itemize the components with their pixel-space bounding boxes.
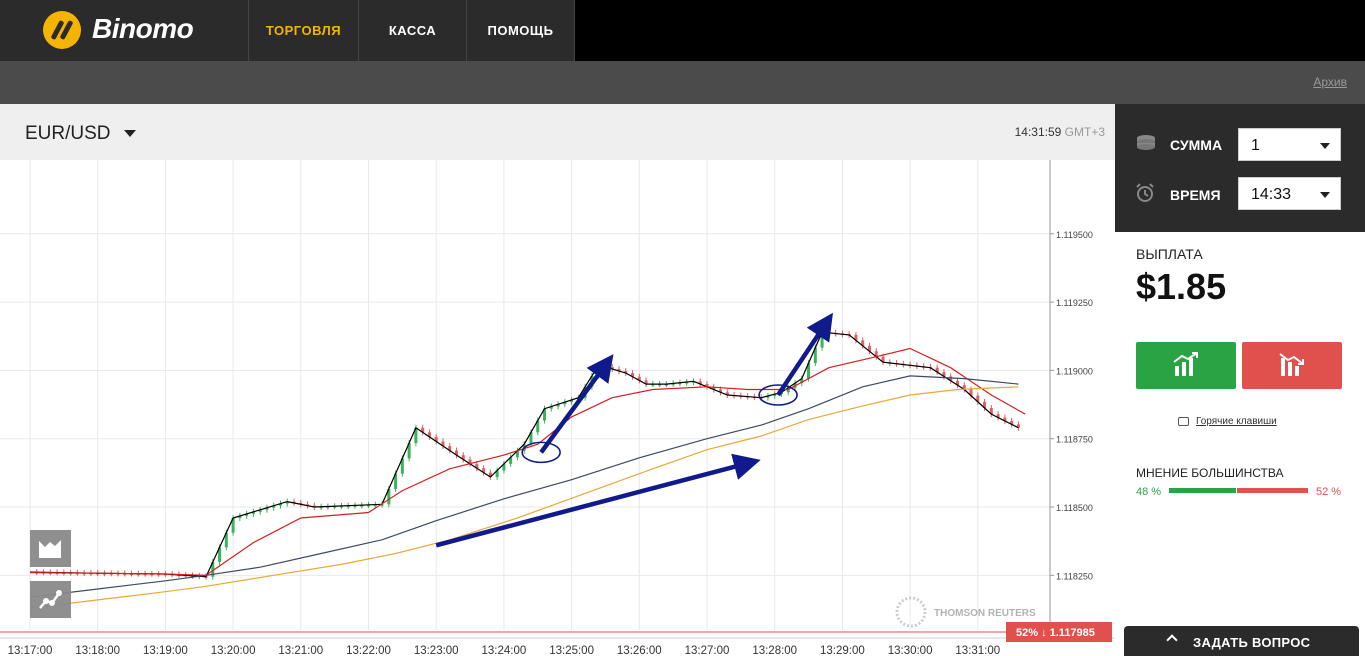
amount-value: 1: [1251, 137, 1260, 154]
watermark-text: THOMSON REUTERS: [934, 608, 1036, 619]
trend-down-icon: [1279, 353, 1304, 376]
x-tick-label: 13:18:00: [75, 645, 120, 656]
archive-link[interactable]: Архив: [1313, 75, 1347, 89]
y-tick-label: 1.118250: [1056, 571, 1093, 581]
trend-up-icon: [1173, 352, 1198, 376]
nav-trading[interactable]: ТОРГОВЛЯ: [248, 0, 358, 61]
ask-question-label: ЗАДАТЬ ВОПРОС: [1193, 635, 1311, 650]
x-tick-label: 13:23:00: [414, 645, 459, 656]
y-tick-label: 1.119500: [1056, 230, 1093, 240]
x-tick-label: 13:20:00: [211, 645, 256, 656]
x-tick-label: 13:19:00: [143, 645, 188, 656]
call-up-button[interactable]: [1136, 342, 1236, 389]
binomo-logo-icon: [43, 11, 81, 49]
x-tick-label: 13:22:00: [346, 645, 391, 656]
caret-down-icon[interactable]: [124, 130, 136, 137]
opinion-down-percent: 52 %: [1316, 486, 1342, 498]
area-chart-icon: [39, 540, 61, 558]
chart-type-button[interactable]: [30, 530, 71, 567]
indicator-icon: [39, 590, 62, 609]
clock-time: 14:31:59: [1014, 125, 1062, 139]
chevron-up-icon: [1166, 634, 1178, 646]
nav-help[interactable]: ПОМОЩЬ: [466, 0, 575, 61]
x-tick-label: 13:27:00: [685, 645, 730, 656]
x-tick-label: 13:21:00: [278, 645, 323, 656]
x-tick-label: 13:26:00: [617, 645, 662, 656]
coins-icon: [1137, 135, 1155, 150]
sub-bar: Архив: [0, 61, 1365, 104]
x-tick-label: 13:29:00: [820, 645, 865, 656]
caret-down-icon: [1320, 192, 1330, 198]
clock-timezone: GMT+3: [1064, 125, 1105, 139]
thomson-reuters-watermark: THOMSON REUTERS: [895, 596, 1036, 628]
chart-header: EUR/USD 14:31:59 GMT+3: [0, 104, 1115, 160]
y-tick-label: 1.118750: [1056, 435, 1093, 445]
hotkeys-link[interactable]: Горячие клавиши: [1196, 416, 1277, 427]
opinion-down-bar: [1237, 488, 1308, 493]
majority-opinion-label: МНЕНИЕ БОЛЬШИНСТВА: [1136, 466, 1284, 480]
y-tick-label: 1.118500: [1056, 503, 1093, 513]
x-tick-label: 13:30:00: [888, 645, 933, 656]
expiry-time-select[interactable]: 14:33: [1238, 177, 1341, 210]
put-down-button[interactable]: [1242, 342, 1342, 389]
annotation-arrow: [435, 453, 761, 548]
asset-selector[interactable]: EUR/USD: [25, 123, 111, 145]
logo[interactable]: Binomo: [0, 0, 248, 61]
series-line-1: [29, 347, 1026, 576]
x-tick-label: 13:25:00: [549, 645, 594, 656]
series-line-0: [29, 331, 1019, 578]
amount-label: СУММА: [1170, 137, 1223, 153]
current-price-label: 52% ↓ 1.117985: [1016, 627, 1095, 639]
x-tick-label: 13:31:00: [955, 645, 1000, 656]
series-line-2: [29, 375, 1019, 598]
payout-value: $1.85: [1136, 266, 1227, 307]
x-tick-label: 13:28:00: [752, 645, 797, 656]
x-tick-label: 13:17:00: [8, 645, 53, 656]
caret-down-icon: [1320, 143, 1330, 149]
nav-cashier[interactable]: КАССА: [358, 0, 466, 61]
y-tick-label: 1.119000: [1056, 366, 1093, 376]
x-tick-label: 13:24:00: [482, 645, 527, 656]
ask-question-button[interactable]: ЗАДАТЬ ВОПРОС: [1124, 626, 1359, 656]
time-value: 14:33: [1251, 186, 1292, 203]
amount-select[interactable]: 1: [1238, 128, 1341, 161]
payout-label: ВЫПЛАТА: [1136, 246, 1203, 262]
y-tick-label: 1.119250: [1056, 298, 1093, 308]
opinion-up-bar: [1169, 488, 1236, 493]
server-clock: 14:31:59 GMT+3: [1015, 125, 1105, 139]
opinion-up-percent: 48 %: [1136, 486, 1162, 498]
keyboard-icon: [1178, 417, 1189, 426]
time-label: ВРЕМЯ: [1170, 187, 1221, 203]
brand-name: Binomo: [92, 13, 194, 44]
app: Binomo ТОРГОВЛЯ КАССА ПОМОЩЬ Архив EUR/U…: [0, 0, 1365, 656]
indicators-button[interactable]: [30, 581, 71, 618]
price-chart[interactable]: 1.118250 1.118500 1.118750 1.119000 1.119250…: [0, 160, 1115, 656]
alarm-clock-icon: [1136, 183, 1154, 202]
reuters-logo-icon: [895, 596, 927, 628]
trade-settings-panel: СУММА 1 ВРЕМЯ 14:33: [1115, 104, 1365, 232]
